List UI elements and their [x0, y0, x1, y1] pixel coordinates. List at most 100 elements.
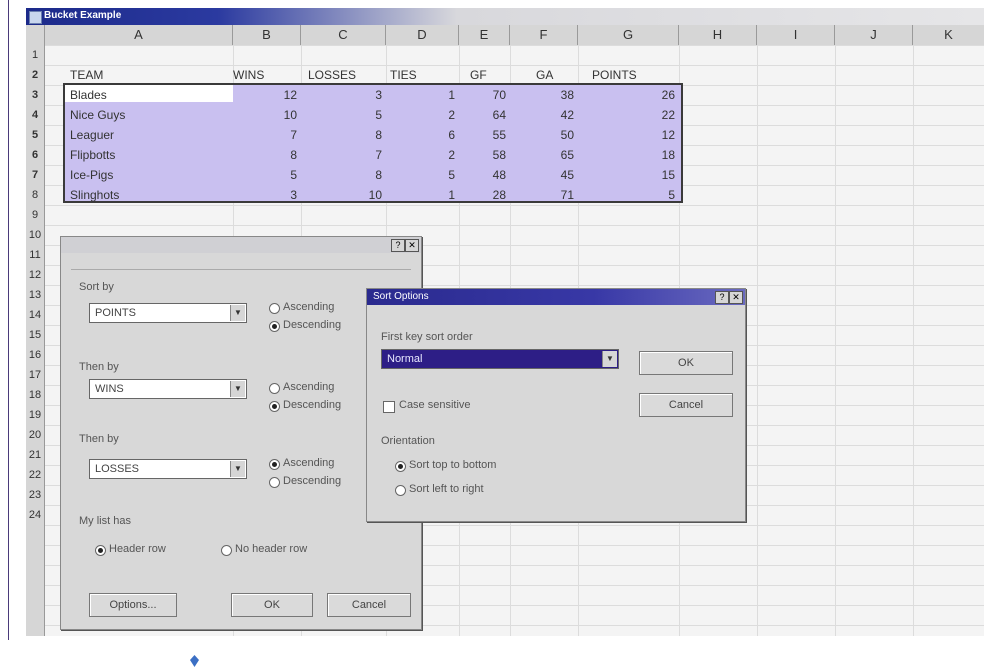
points-cell[interactable]: 15	[578, 165, 679, 185]
team-cell[interactable]: Flipbotts	[70, 145, 230, 165]
row-header[interactable]: 19	[26, 405, 44, 425]
column-header-j[interactable]: J	[835, 25, 913, 45]
row-header[interactable]: 3	[26, 85, 44, 105]
header-row-radio[interactable]	[95, 545, 106, 556]
header-cell-ties[interactable]: TIES	[390, 65, 459, 85]
row-header[interactable]: 18	[26, 385, 44, 405]
row-header[interactable]: 4	[26, 105, 44, 125]
ties-cell[interactable]: 2	[386, 105, 459, 125]
column-header-f[interactable]: F	[510, 25, 578, 45]
row-header[interactable]: 2	[26, 65, 44, 85]
losses-cell[interactable]: 3	[301, 85, 386, 105]
row-header[interactable]: 23	[26, 485, 44, 505]
sort-top-to-bottom-radio[interactable]	[395, 461, 406, 472]
losses-cell[interactable]: 7	[301, 145, 386, 165]
then-by-2-ascending-label[interactable]: Ascending	[283, 457, 334, 469]
options-cancel-button[interactable]: Cancel	[639, 393, 733, 417]
row-header[interactable]: 5	[26, 125, 44, 145]
header-row-label[interactable]: Header row	[109, 543, 166, 555]
sort-by-descending-label[interactable]: Descending	[283, 319, 341, 331]
gf-cell[interactable]: 55	[459, 125, 510, 145]
row-header[interactable]: 10	[26, 225, 44, 245]
row-header[interactable]: 17	[26, 365, 44, 385]
points-cell[interactable]: 5	[578, 185, 679, 205]
row-header[interactable]: 14	[26, 305, 44, 325]
then-by-2-descending-radio[interactable]	[269, 477, 280, 488]
then-by-ascending-label[interactable]: Ascending	[283, 381, 334, 393]
then-by-descending-radio[interactable]	[269, 401, 280, 412]
no-header-row-radio[interactable]	[221, 545, 232, 556]
gf-cell[interactable]: 28	[459, 185, 510, 205]
points-cell[interactable]: 26	[578, 85, 679, 105]
points-cell[interactable]: 12	[578, 125, 679, 145]
column-header-g[interactable]: G	[578, 25, 679, 45]
then-by-combo[interactable]: WINS ▼	[89, 379, 247, 399]
chevron-down-icon[interactable]: ▼	[230, 461, 245, 477]
header-cell-team[interactable]: TEAM	[70, 65, 230, 85]
then-by-ascending-radio[interactable]	[269, 383, 280, 394]
wins-cell[interactable]: 10	[233, 105, 301, 125]
row-header[interactable]: 24	[26, 505, 44, 525]
points-cell[interactable]: 18	[578, 145, 679, 165]
help-icon[interactable]: ?	[391, 239, 405, 252]
sort-left-to-right-radio[interactable]	[395, 485, 406, 496]
team-cell[interactable]: Ice-Pigs	[70, 165, 230, 185]
no-header-row-label[interactable]: No header row	[235, 543, 307, 555]
ties-cell[interactable]: 1	[386, 185, 459, 205]
row-header[interactable]: 13	[26, 285, 44, 305]
then-by-2-descending-label[interactable]: Descending	[283, 475, 341, 487]
options-button[interactable]: Options...	[89, 593, 177, 617]
losses-cell[interactable]: 10	[301, 185, 386, 205]
ties-cell[interactable]: 5	[386, 165, 459, 185]
then-by-descending-label[interactable]: Descending	[283, 399, 341, 411]
gf-cell[interactable]: 64	[459, 105, 510, 125]
row-header[interactable]: 7	[26, 165, 44, 185]
points-cell[interactable]: 22	[578, 105, 679, 125]
chevron-down-icon[interactable]: ▼	[230, 381, 245, 397]
header-cell-losses[interactable]: LOSSES	[308, 65, 386, 85]
losses-cell[interactable]: 5	[301, 105, 386, 125]
team-cell[interactable]: Slinghots	[70, 185, 230, 205]
gf-cell[interactable]: 48	[459, 165, 510, 185]
close-icon[interactable]: ✕	[405, 239, 419, 252]
row-header[interactable]: 16	[26, 345, 44, 365]
ga-cell[interactable]: 42	[510, 105, 578, 125]
header-cell-ga[interactable]: GA	[536, 65, 578, 85]
team-cell[interactable]: Blades	[70, 85, 230, 105]
column-header-c[interactable]: C	[301, 25, 386, 45]
close-icon[interactable]: ✕	[729, 291, 743, 304]
ties-cell[interactable]: 6	[386, 125, 459, 145]
wins-cell[interactable]: 12	[233, 85, 301, 105]
ga-cell[interactable]: 50	[510, 125, 578, 145]
wins-cell[interactable]: 5	[233, 165, 301, 185]
column-header-d[interactable]: D	[386, 25, 459, 45]
row-header[interactable]: 8	[26, 185, 44, 205]
first-key-combo[interactable]: Normal ▼	[381, 349, 619, 369]
column-header-e[interactable]: E	[459, 25, 510, 45]
column-header-b[interactable]: B	[233, 25, 301, 45]
team-cell[interactable]: Leaguer	[70, 125, 230, 145]
column-header-i[interactable]: I	[757, 25, 835, 45]
gf-cell[interactable]: 58	[459, 145, 510, 165]
header-cell-wins[interactable]: WINS	[233, 65, 301, 85]
row-header[interactable]: 12	[26, 265, 44, 285]
team-cell[interactable]: Nice Guys	[70, 105, 230, 125]
then-by-2-combo[interactable]: LOSSES ▼	[89, 459, 247, 479]
ga-cell[interactable]: 71	[510, 185, 578, 205]
wins-cell[interactable]: 7	[233, 125, 301, 145]
sort-by-ascending-radio[interactable]	[269, 303, 280, 314]
sort-by-combo[interactable]: POINTS ▼	[89, 303, 247, 323]
case-sensitive-label[interactable]: Case sensitive	[399, 399, 471, 411]
row-header[interactable]: 20	[26, 425, 44, 445]
ties-cell[interactable]: 2	[386, 145, 459, 165]
ga-cell[interactable]: 65	[510, 145, 578, 165]
losses-cell[interactable]: 8	[301, 125, 386, 145]
ga-cell[interactable]: 45	[510, 165, 578, 185]
case-sensitive-checkbox[interactable]	[383, 401, 395, 413]
losses-cell[interactable]: 8	[301, 165, 386, 185]
row-header[interactable]: 11	[26, 245, 44, 265]
ga-cell[interactable]: 38	[510, 85, 578, 105]
header-cell-gf[interactable]: GF	[470, 65, 510, 85]
gf-cell[interactable]: 70	[459, 85, 510, 105]
ties-cell[interactable]: 1	[386, 85, 459, 105]
